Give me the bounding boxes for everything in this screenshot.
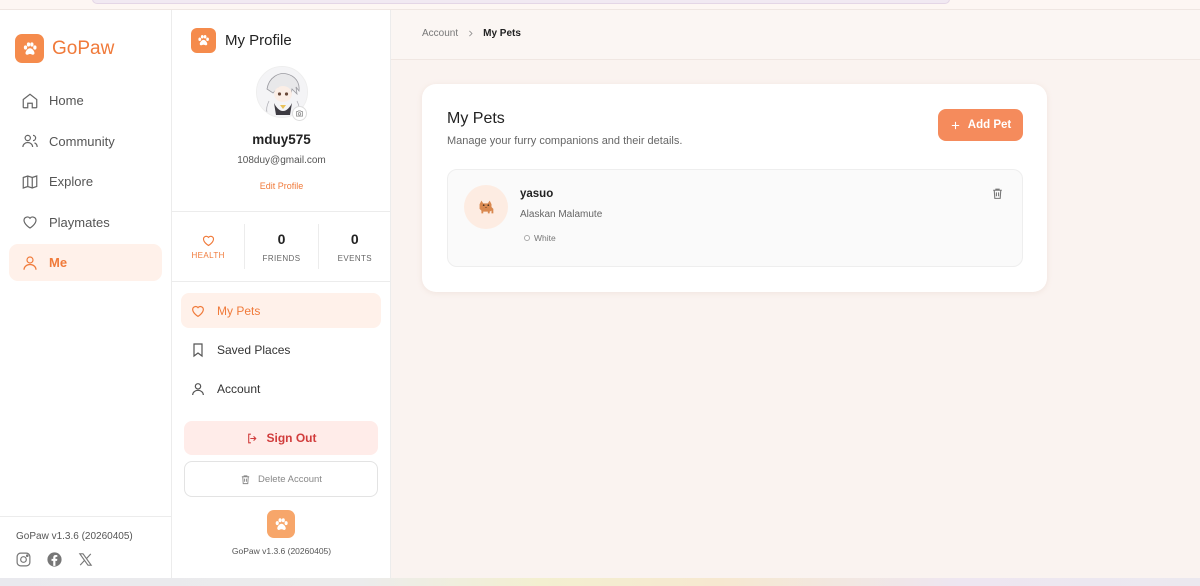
x-icon[interactable] [77,551,94,568]
main-sidebar: GoPaw Home Community Explore Playmates M… [0,10,172,578]
sidebar-item-label: Playmates [49,214,110,230]
profile-menu-label: Account [217,381,261,396]
my-pets-card: My Pets Manage your furry companions and… [422,84,1047,292]
users-icon [22,134,38,148]
stat-label: HEALTH [191,251,225,260]
add-pet-button[interactable]: Add Pet [938,109,1023,141]
heart-icon [202,235,214,247]
plus-icon [951,121,959,129]
user-icon [23,256,37,270]
main-content: Account My Pets My Pets Manage your furr… [391,10,1200,578]
stat-label: FRIENDS [262,253,301,263]
pet-breed: Alaskan Malamute [520,209,603,220]
page-subtitle: Manage your furry companions and their d… [447,135,683,147]
sidebar-item-label: Home [49,93,84,108]
social-links [15,551,94,568]
paw-logo-icon [267,510,295,538]
pet-color: White [524,233,556,243]
profile-menu-my-pets[interactable]: My Pets [181,293,381,328]
bookmark-icon [193,342,203,357]
camera-icon[interactable] [292,106,307,121]
chevron-right-icon [469,30,473,37]
profile-stats: HEALTH 0 FRIENDS 0 EVENTS [172,211,391,282]
brand-name: GoPaw [52,37,115,59]
stat-health[interactable]: HEALTH [172,224,246,269]
stat-friends[interactable]: 0 FRIENDS [245,224,319,269]
color-swatch [524,235,530,241]
profile-header: My Profile [191,28,292,53]
facebook-icon[interactable] [46,551,63,568]
email: 108duy@gmail.com [237,155,326,166]
sign-out-label: Sign Out [266,431,317,445]
sidebar-nav: Home Community Explore Playmates Me [9,82,162,285]
app-version: GoPaw v1.3.6 (20260405) [231,546,332,556]
sidebar-item-label: Community [49,133,115,149]
sidebar-item-label: Me [49,255,68,271]
stat-events[interactable]: 0 EVENTS [319,224,391,269]
username: mduy575 [252,132,311,147]
delete-account-button[interactable]: Delete Account [184,461,378,497]
profile-title: My Profile [225,32,292,49]
sidebar-item-me[interactable]: Me [9,244,162,282]
map-icon [22,174,38,189]
address-bar[interactable] [92,0,950,4]
breadcrumb-bar: Account My Pets [391,10,1200,60]
profile-menu-account[interactable]: Account [181,371,381,406]
pet-color-label: White [534,233,556,243]
pet-card[interactable]: yasuo Alaskan Malamute White [447,169,1023,267]
paw-logo-icon [15,34,44,63]
app-version: GoPaw v1.3.6 (20260405) [16,531,133,542]
home-icon [22,92,38,108]
profile-menu-saved-places[interactable]: Saved Places [181,332,381,367]
instagram-icon[interactable] [15,551,32,568]
sidebar-item-home[interactable]: Home [9,82,162,119]
pet-avatar [464,185,508,229]
sidebar-item-label: Explore [49,174,94,190]
delete-account-label: Delete Account [258,473,322,485]
breadcrumb-current: My Pets [483,28,521,39]
edit-profile-link[interactable]: Edit Profile [172,181,391,191]
stat-value: 0 [350,230,359,247]
delete-pet-button[interactable] [991,187,1004,205]
page-title: My Pets [447,110,505,127]
browser-top-strip [0,0,1200,10]
logout-icon [247,433,257,443]
user-icon [192,382,204,395]
dog-icon [479,200,494,214]
pet-name: yasuo [520,188,554,200]
profile-menu: My Pets Saved Places Account [181,293,381,410]
sidebar-item-playmates[interactable]: Playmates [9,204,162,241]
breadcrumb: Account My Pets [422,28,521,39]
stat-label: EVENTS [337,253,373,263]
stat-value: 0 [277,230,286,247]
sign-out-button[interactable]: Sign Out [184,421,378,455]
footer-logo [267,510,295,538]
trash-icon [241,474,250,484]
breadcrumb-account[interactable]: Account [422,28,458,39]
heart-icon [23,216,37,229]
sidebar-footer: GoPaw v1.3.6 (20260405) [0,516,171,578]
sidebar-item-community[interactable]: Community [9,123,162,160]
profile-menu-label: Saved Places [217,342,291,357]
taskbar-strip [0,578,1200,586]
add-pet-label: Add Pet [967,119,1012,131]
trash-icon [993,188,1002,199]
profile-menu-label: My Pets [217,303,261,318]
sidebar-item-explore[interactable]: Explore [9,163,162,200]
heart-icon [192,305,204,317]
brand[interactable]: GoPaw [15,34,114,63]
paw-logo-icon [191,28,216,53]
profile-panel: My Profile mduy575 108duy@gmail.com Edit… [172,10,391,578]
